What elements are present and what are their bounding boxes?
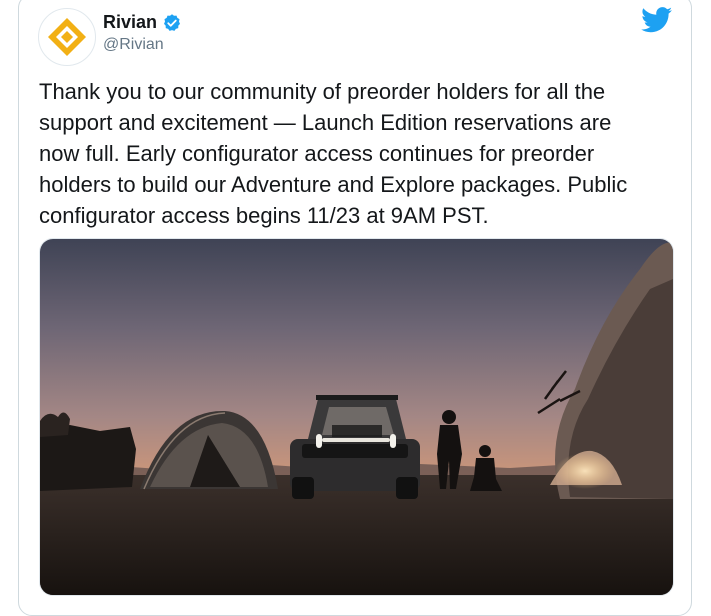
display-name[interactable]: Rivian [103, 12, 157, 33]
avatar[interactable] [38, 8, 96, 66]
twitter-bird-icon[interactable] [641, 7, 673, 33]
sunset-camp-photo [40, 239, 673, 595]
rivian-logo-icon [48, 18, 86, 56]
tweet-text: Thank you to our community of preorder h… [39, 79, 628, 228]
tweet-media-photo[interactable] [39, 238, 674, 596]
account-handle[interactable]: @Rivian [103, 36, 164, 54]
verified-badge-icon [164, 13, 181, 31]
account-name-row[interactable]: Rivian [103, 12, 182, 33]
